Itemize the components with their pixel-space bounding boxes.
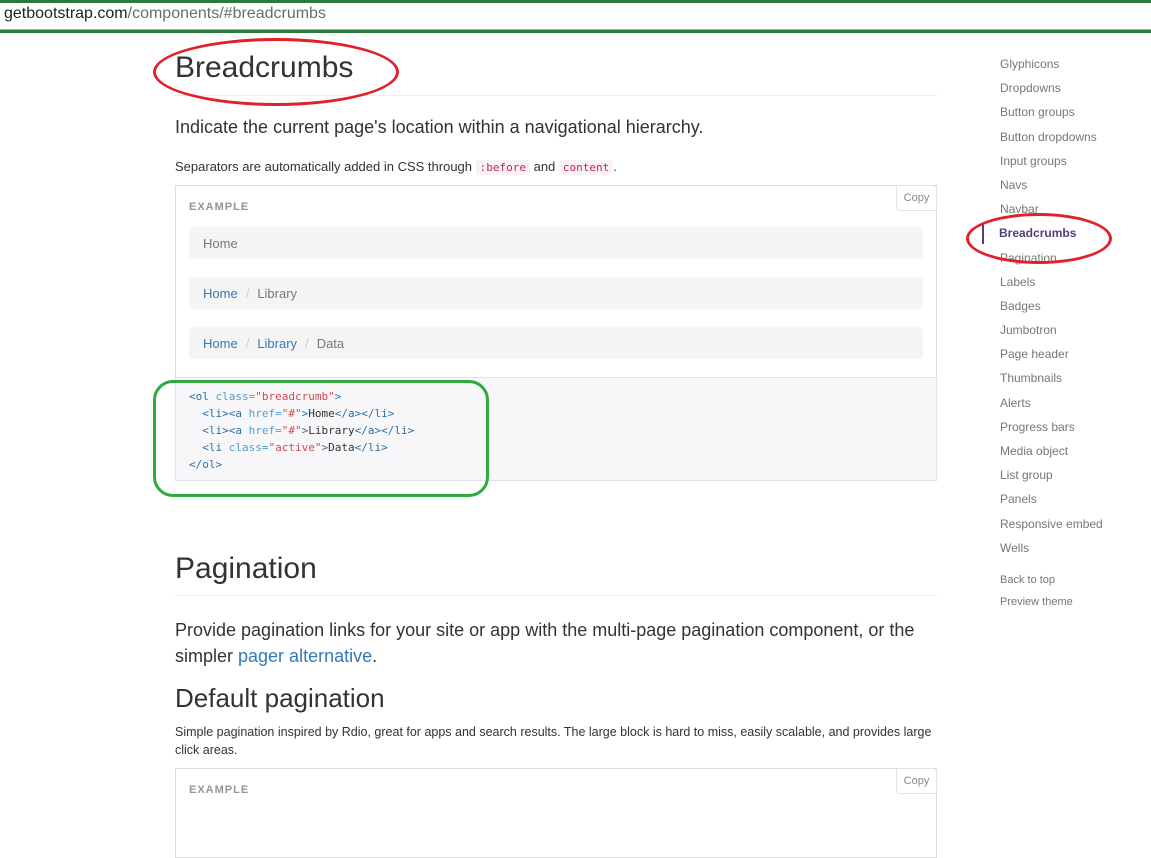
sidenav-item-alerts[interactable]: Alerts <box>1000 396 1031 410</box>
code-line-1: <ol class="breadcrumb"> <box>189 390 342 403</box>
page-title-breadcrumbs: Breadcrumbs <box>175 51 354 84</box>
code-line-5: </ol> <box>189 458 223 471</box>
sidenav-item-responsive-embed[interactable]: Responsive embed <box>1000 517 1103 531</box>
address-bar[interactable]: getbootstrap.com/components/#breadcrumbs <box>0 0 1151 33</box>
code-line-4: <li class="active">Data</li> <box>202 441 388 454</box>
breadcrumb-row-3: Home / Library / Data <box>189 327 923 359</box>
breadcrumb-link-library[interactable]: Library <box>257 336 297 351</box>
sidenav-item-jumbotron[interactable]: Jumbotron <box>1000 323 1057 337</box>
code-line-3: <li><a href="#">Library</a></li> <box>202 424 415 437</box>
url-host: getbootstrap.com <box>4 5 128 22</box>
pagination-example: EXAMPLE Copy <box>175 768 937 858</box>
sidenav-item-page-header[interactable]: Page header <box>1000 347 1069 361</box>
pager-alternative-link[interactable]: pager alternative <box>238 646 372 666</box>
sidenav-item-pagination[interactable]: Pagination <box>1000 251 1057 265</box>
sidenav-item-navs[interactable]: Navs <box>1000 178 1027 192</box>
default-pagination-heading: Default pagination <box>175 683 385 713</box>
breadcrumb-active: Data <box>316 335 345 351</box>
sidenav-item-button-groups[interactable]: Button groups <box>1000 105 1075 119</box>
code-line-2: <li><a href="#">Home</a></li> <box>202 407 395 420</box>
breadcrumb-active: Home <box>203 235 238 251</box>
sep-text-and: and <box>529 159 559 174</box>
sidenav-item-thumbnails[interactable]: Thumbnails <box>1000 371 1062 385</box>
breadcrumb-example: EXAMPLE Copy Home Home / Library Home / … <box>175 185 937 378</box>
url-path: /components/#breadcrumbs <box>127 5 326 22</box>
back-to-top-link[interactable]: Back to top <box>1000 574 1055 586</box>
default-pagination-description: Simple pagination inspired by Rdio, grea… <box>175 725 932 757</box>
pagination-lead: Provide pagination links for your site o… <box>175 617 937 669</box>
breadcrumb-separator: / <box>245 285 250 301</box>
breadcrumb-separator: / <box>245 335 250 351</box>
sidenav-item-labels[interactable]: Labels <box>1000 275 1035 289</box>
breadcrumb-active: Library <box>257 285 298 301</box>
preview-theme-link[interactable]: Preview theme <box>1000 596 1073 608</box>
sidenav-item-media-object[interactable]: Media object <box>1000 444 1068 458</box>
separator-description: Separators are automatically added in CS… <box>175 159 617 175</box>
copy-button[interactable]: Copy <box>896 185 937 211</box>
sidenav-item-input-groups[interactable]: Input groups <box>1000 154 1067 168</box>
sidenav-active-indicator <box>982 224 984 244</box>
sidenav-item-glyphicons[interactable]: Glyphicons <box>1000 57 1059 71</box>
sep-text-after: . <box>613 159 617 174</box>
title-divider <box>175 95 937 96</box>
sidenav-item-progress-bars[interactable]: Progress bars <box>1000 420 1075 434</box>
sidenav-item-list-group[interactable]: List group <box>1000 468 1053 482</box>
sidenav-item-badges[interactable]: Badges <box>1000 299 1041 313</box>
sidenav-item-button-dropdowns[interactable]: Button dropdowns <box>1000 130 1097 144</box>
breadcrumbs-lead: Indicate the current page's location wit… <box>175 117 704 137</box>
breadcrumb-separator: / <box>305 335 309 351</box>
breadcrumb-link-home[interactable]: Home <box>203 286 238 301</box>
pagination-divider <box>175 595 937 596</box>
code-snippet[interactable]: <ol class="breadcrumb"> <li><a href="#">… <box>175 377 937 481</box>
breadcrumb-link-home[interactable]: Home <box>203 336 238 351</box>
code-content: content <box>558 160 614 175</box>
sidenav-item-breadcrumbs[interactable]: Breadcrumbs <box>999 226 1076 240</box>
page-title-pagination: Pagination <box>175 552 317 585</box>
code-before: :before <box>475 160 530 175</box>
sep-text-before: Separators are automatically added in CS… <box>175 159 476 174</box>
example-label: EXAMPLE <box>189 201 250 213</box>
sidenav-item-panels[interactable]: Panels <box>1000 492 1037 506</box>
pagination-lead-end: . <box>372 646 378 666</box>
sidenav-item-dropdowns[interactable]: Dropdowns <box>1000 81 1061 95</box>
url-text[interactable]: getbootstrap.com/components/#breadcrumbs <box>4 5 326 23</box>
breadcrumb-row-2: Home / Library <box>189 277 923 309</box>
copy-button[interactable]: Copy <box>896 768 937 794</box>
example-label: EXAMPLE <box>189 784 250 796</box>
sidenav-item-wells[interactable]: Wells <box>1000 541 1029 555</box>
breadcrumb-row-1: Home <box>189 227 923 259</box>
sidenav-item-navbar[interactable]: Navbar <box>1000 202 1039 216</box>
